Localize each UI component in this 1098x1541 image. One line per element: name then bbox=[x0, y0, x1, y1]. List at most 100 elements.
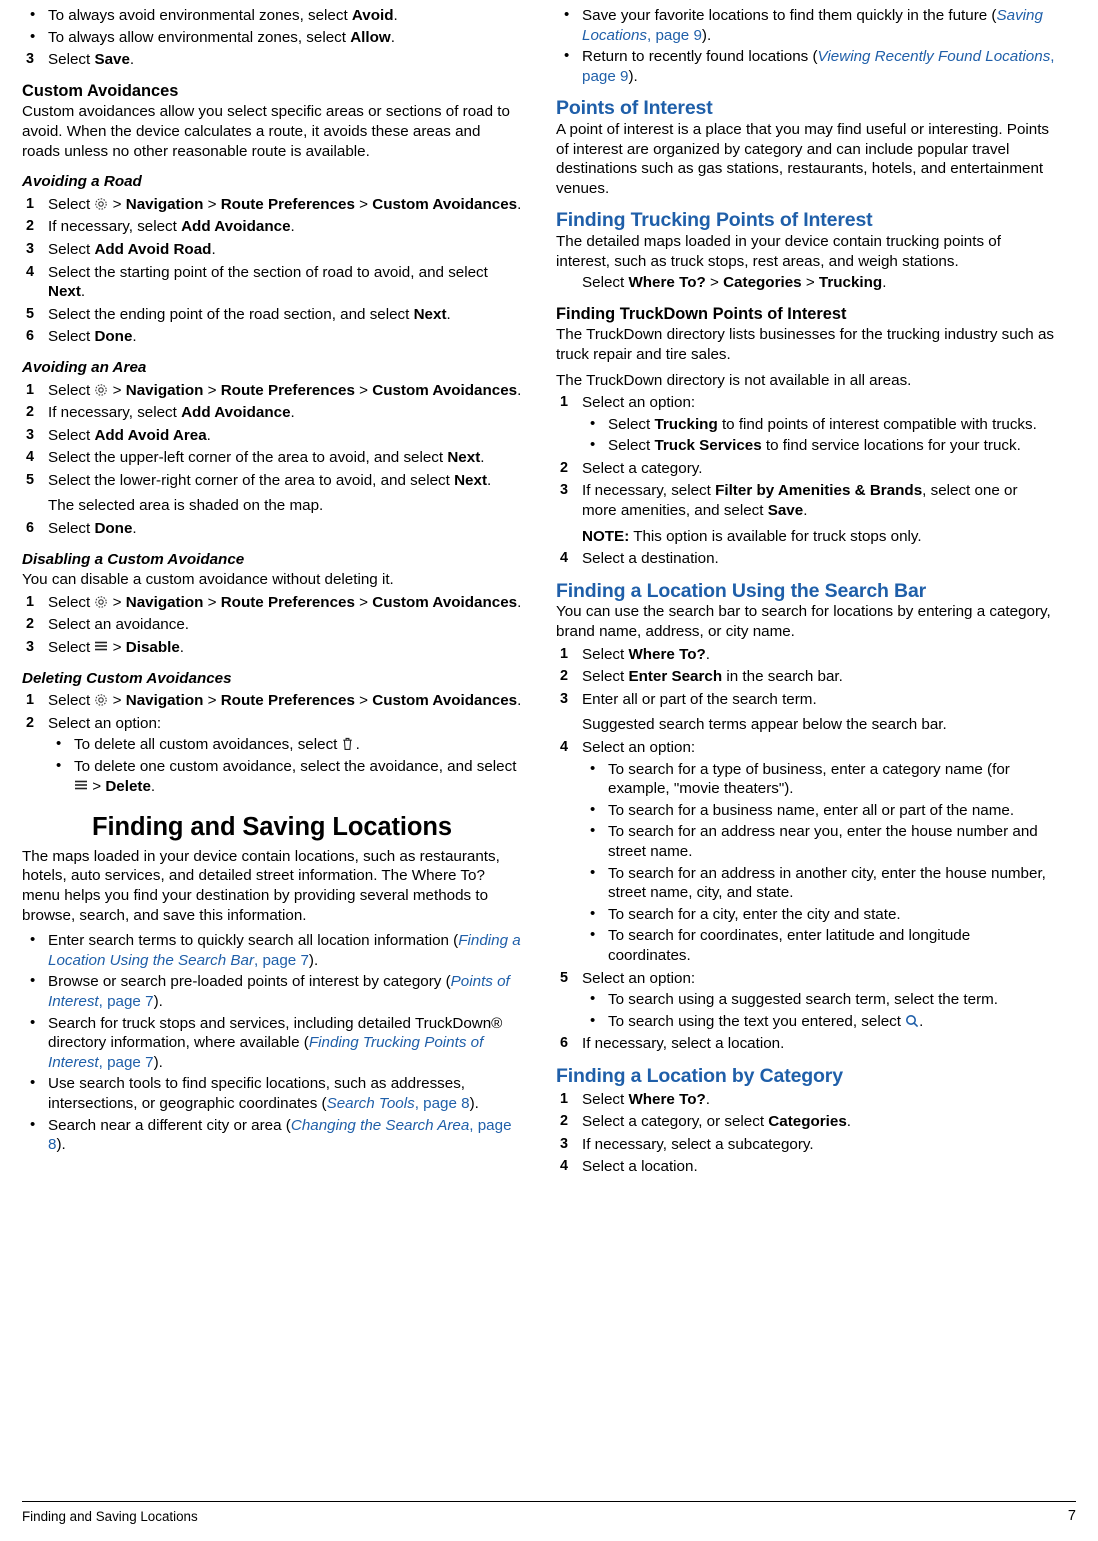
step-number: 1 bbox=[26, 195, 35, 212]
cross-reference-page[interactable]: , page 7 bbox=[99, 993, 154, 1010]
step-number: 1 bbox=[560, 394, 569, 411]
heading-avoiding-an-area: Avoiding an Area bbox=[22, 358, 147, 376]
step-number: 3 bbox=[26, 240, 35, 257]
option-tail: to find points of interest compatible wi… bbox=[717, 415, 1037, 433]
step-text: If necessary, select a subcategory. bbox=[582, 1135, 814, 1153]
list-item: To search for coordinates, enter latitud… bbox=[582, 925, 1056, 965]
env-zone-bullets: To always avoid environmental zones, sel… bbox=[22, 5, 522, 48]
cross-reference-page[interactable]: , page 7 bbox=[99, 1054, 154, 1071]
list-item: Search near a different city or area (Ch… bbox=[22, 1114, 522, 1155]
step-number: 2 bbox=[560, 459, 569, 476]
step-number: 1 bbox=[26, 593, 35, 610]
area-shaded-note: The selected area is shaded on the map. bbox=[48, 497, 324, 515]
step-item: 2 Select an avoidance. bbox=[26, 616, 190, 634]
step-number: 3 bbox=[26, 639, 35, 656]
bullet-text: Browse or search pre-loaded points of in… bbox=[48, 973, 451, 991]
step-item: 3 If necessary, select a subcategory. bbox=[556, 1135, 1056, 1155]
step-text: Select a destination. bbox=[582, 550, 719, 568]
list-item: Select Truck Services to find service lo… bbox=[582, 435, 1056, 456]
step-number: 3 bbox=[560, 690, 569, 707]
list-item: Return to recently found locations (View… bbox=[556, 46, 1056, 86]
search-options: To search for a type of business, enter … bbox=[582, 759, 1056, 966]
option-text: To search using the text you entered, se… bbox=[608, 1012, 906, 1030]
heading-finding-trucking-poi: Finding Trucking Points of Interest bbox=[556, 209, 873, 232]
left-column: To always avoid environmental zones, sel… bbox=[22, 4, 522, 1177]
cross-reference[interactable]: Changing the Search Area bbox=[291, 1117, 469, 1134]
step-number: 2 bbox=[26, 218, 35, 235]
cross-reference-page[interactable]: , page 9 bbox=[647, 27, 702, 44]
step-item: 3 Select Save. bbox=[22, 50, 522, 70]
steps-truckdown: 1 Select an option: Select Trucking to f… bbox=[556, 393, 1056, 569]
list-item: To search using the text you entered, se… bbox=[582, 1011, 1056, 1032]
option-text: To delete all custom avoidances, select bbox=[74, 736, 342, 754]
step-number: 6 bbox=[560, 1035, 569, 1052]
bullet-tail: ). bbox=[469, 1094, 479, 1112]
bullet-text: Enter search terms to quickly search all… bbox=[48, 932, 459, 950]
list-item: Save your favorite locations to find the… bbox=[556, 5, 1056, 45]
step-number: 3 bbox=[26, 51, 35, 68]
step-item: 3 Select Add Avoid Area. bbox=[26, 426, 211, 444]
gear-icon bbox=[94, 693, 108, 707]
cross-reference[interactable]: Viewing Recently Found Locations bbox=[818, 48, 1051, 65]
bullet-tail: ). bbox=[628, 67, 638, 85]
cross-reference-page[interactable]: , page 7 bbox=[254, 952, 309, 969]
note-text: This option is available for truck stops… bbox=[629, 527, 922, 545]
step-text: Select an option: bbox=[582, 394, 696, 412]
heading-custom-avoidances: Custom Avoidances bbox=[22, 81, 179, 100]
step-number: 4 bbox=[560, 1158, 569, 1175]
step-item: 3 Select > Disable. bbox=[26, 639, 185, 657]
list-item: Select Trucking to find points of intere… bbox=[582, 414, 1056, 435]
trash-icon bbox=[342, 737, 356, 751]
step-tail: . bbox=[129, 51, 135, 69]
note-label: NOTE: bbox=[582, 527, 630, 545]
truckdown-options: Select Trucking to find points of intere… bbox=[582, 414, 1056, 456]
right-column: Save your favorite locations to find the… bbox=[556, 4, 1056, 1177]
step-item: 1 Select > Navigation > Route Preference… bbox=[26, 381, 522, 399]
option-bold: Truck Services bbox=[654, 437, 762, 455]
step-text: If necessary, select a location. bbox=[582, 1035, 785, 1053]
step-text: Select bbox=[48, 51, 95, 69]
step-text: Select a category. bbox=[582, 459, 703, 477]
step-item: 5 Select the lower-right corner of the a… bbox=[22, 471, 522, 516]
bullet-text: Return to recently found locations ( bbox=[582, 48, 818, 66]
steps-by-category: 1 Select Where To?. 2 Select a category,… bbox=[556, 1090, 1056, 1177]
saving-locations-bullets: Save your favorite locations to find the… bbox=[556, 5, 1056, 86]
step-item: 5 Select the ending point of the road se… bbox=[26, 305, 451, 323]
cross-reference[interactable]: Search Tools bbox=[327, 1095, 415, 1112]
heading-avoiding-a-road: Avoiding a Road bbox=[22, 173, 142, 191]
option-bold: Delete bbox=[105, 777, 151, 795]
search-bar-body: You can use the search bar to search for… bbox=[556, 603, 1051, 641]
manual-page: To always avoid environmental zones, sel… bbox=[0, 0, 1098, 1541]
bullet-bold: Allow bbox=[350, 28, 391, 46]
step-item: 6 If necessary, select a location. bbox=[556, 1034, 1056, 1054]
option-text: Select bbox=[608, 437, 655, 455]
menu-icon bbox=[74, 779, 88, 793]
bullet-tail: ). bbox=[56, 1136, 66, 1154]
step-number: 4 bbox=[26, 449, 35, 466]
chapter-intro: The maps loaded in your device contain l… bbox=[22, 847, 500, 924]
step-item: 6 Select Done. bbox=[26, 328, 137, 346]
step-item: 3 Select Add Avoid Road. bbox=[26, 240, 216, 258]
step-item: 6 Select Done. bbox=[26, 520, 137, 538]
heading-points-of-interest: Points of Interest bbox=[556, 97, 713, 120]
footer-page-number: 7 bbox=[1067, 1508, 1076, 1525]
list-item: To always allow environmental zones, sel… bbox=[22, 27, 522, 48]
option-text: Select bbox=[608, 415, 655, 433]
list-item: To search for a type of business, enter … bbox=[582, 759, 1056, 799]
list-item: To search for a city, enter the city and… bbox=[582, 904, 1056, 925]
list-item: Enter search terms to quickly search all… bbox=[22, 930, 522, 970]
list-item: To search using a suggested search term,… bbox=[582, 989, 1056, 1010]
cross-reference-page[interactable]: , page 8 bbox=[415, 1095, 470, 1112]
two-column-layout: To always avoid environmental zones, sel… bbox=[22, 0, 1076, 1177]
step-number: 6 bbox=[26, 328, 35, 345]
truckdown-note: NOTE: This option is available for truck… bbox=[582, 527, 1056, 547]
bullet-tail: ). bbox=[153, 1053, 163, 1071]
step-number: 1 bbox=[560, 645, 569, 662]
search-icon bbox=[905, 1014, 919, 1028]
step-text: Select an option: bbox=[48, 714, 162, 732]
list-item: To search for an address in another city… bbox=[582, 863, 1056, 903]
step-item: 2 Select an option: To delete all custom… bbox=[22, 714, 522, 796]
option-tail: . bbox=[355, 736, 360, 754]
finding-trucking-poi-body: The detailed maps loaded in your device … bbox=[556, 232, 1001, 270]
bullet-tail: ). bbox=[308, 951, 319, 969]
